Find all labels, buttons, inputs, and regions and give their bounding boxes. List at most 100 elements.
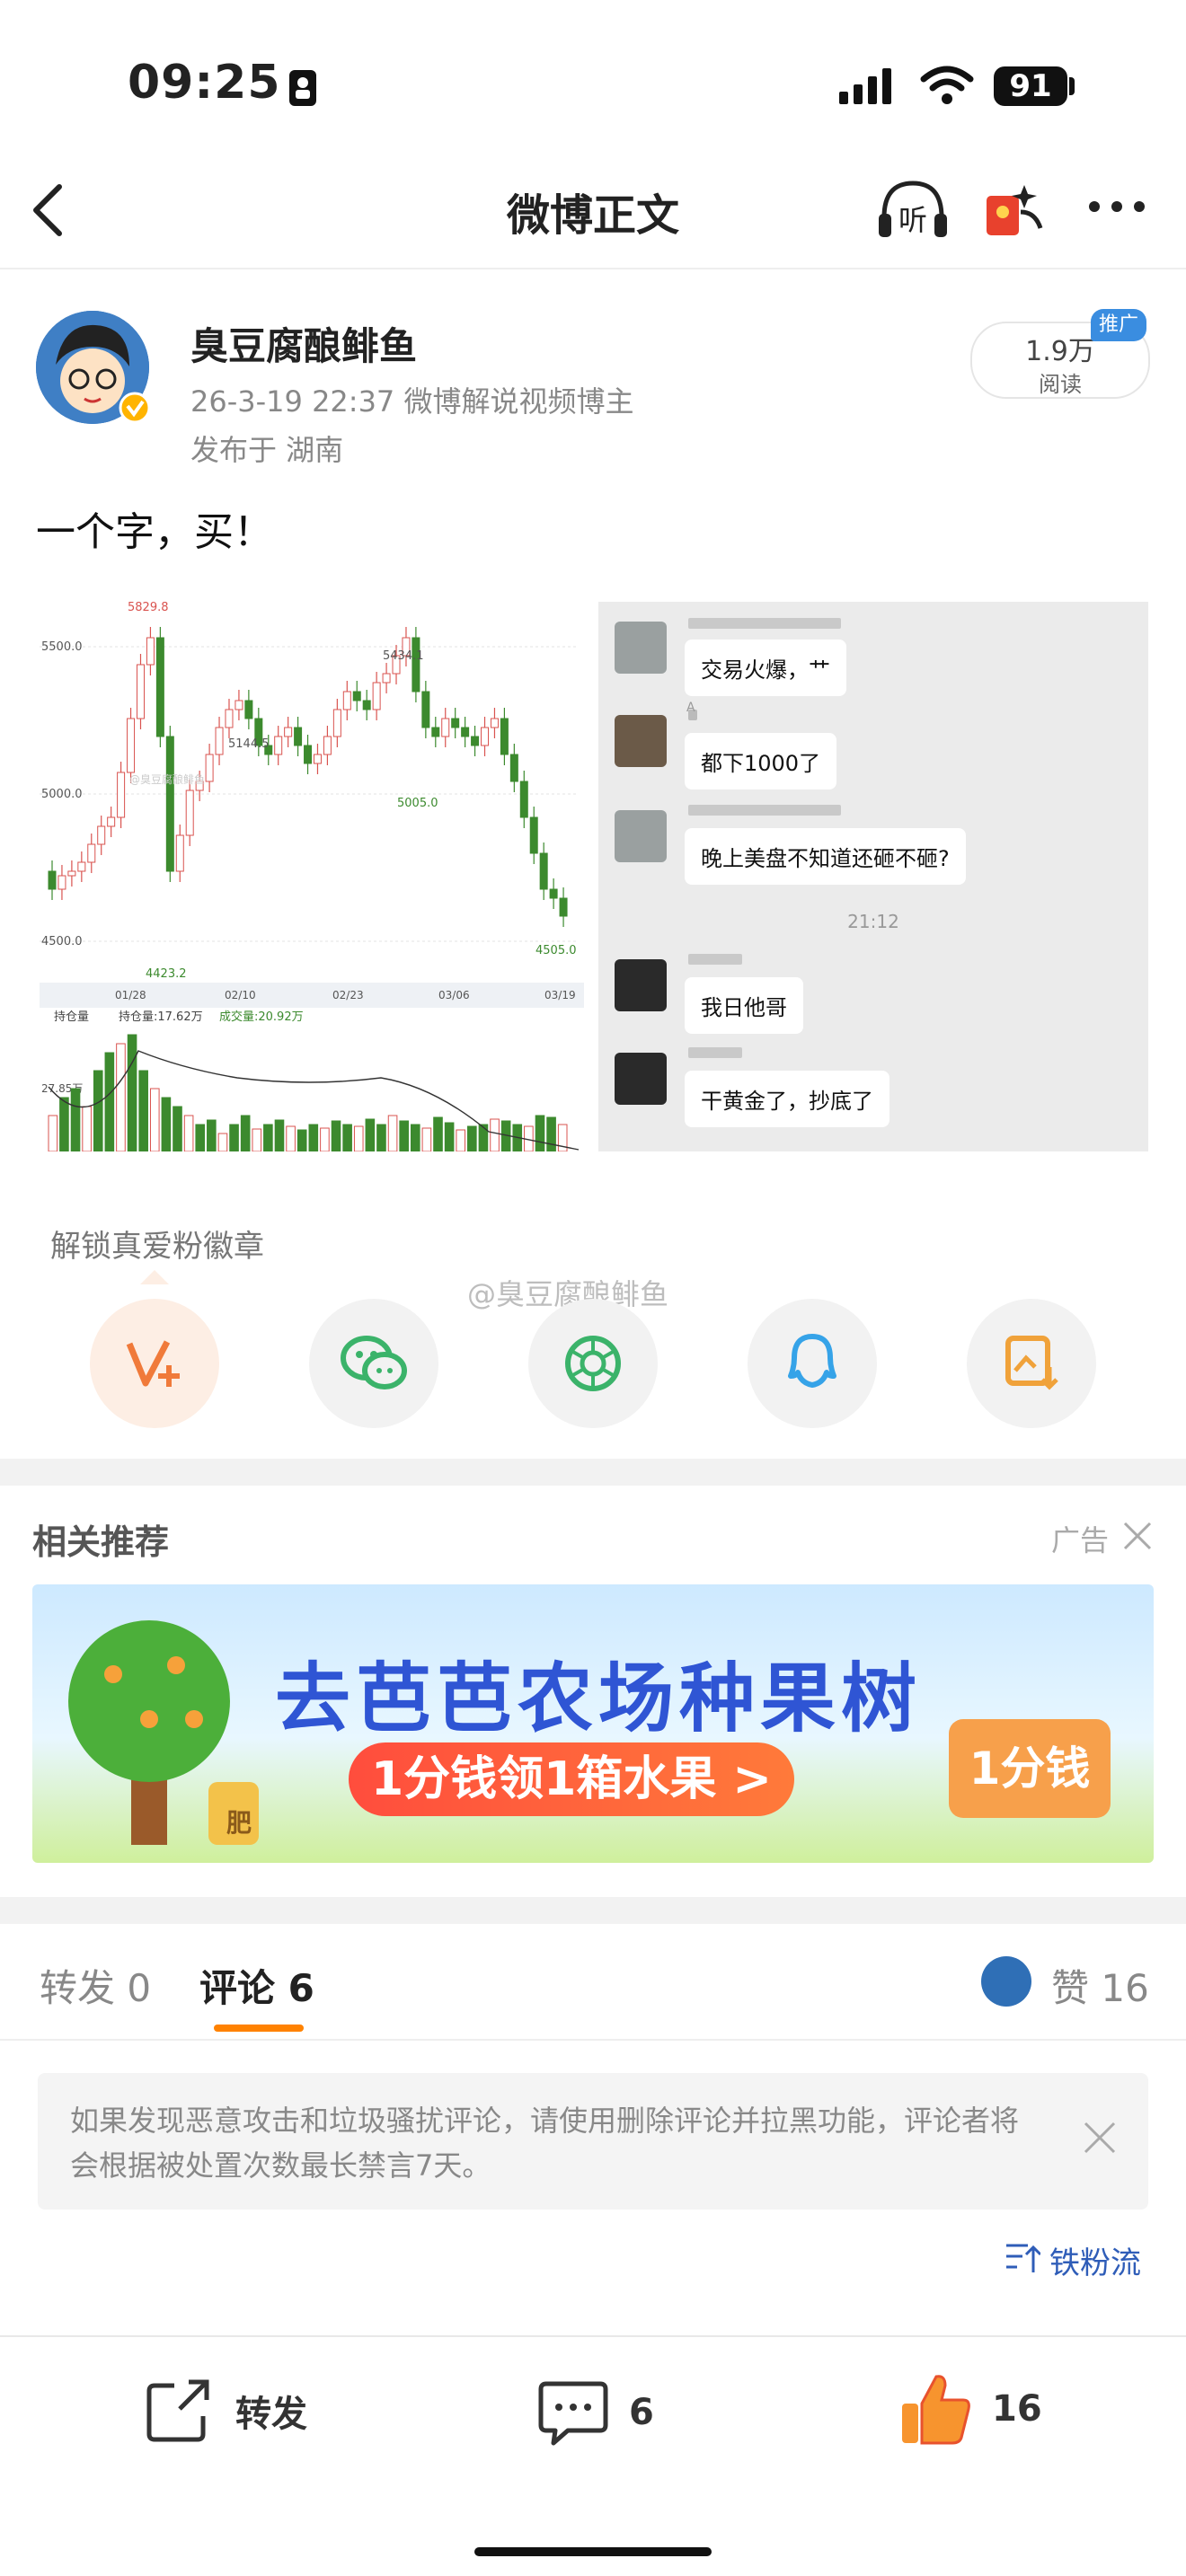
price-label-low: 4423.2 — [146, 967, 187, 981]
reads-label: 阅读 — [1039, 372, 1082, 397]
sort-mode-label[interactable]: 铁粉流 — [1049, 2238, 1141, 2282]
volume-bar — [82, 1106, 92, 1152]
volume-bar — [116, 1043, 126, 1152]
legend-oi: 持仓量 — [54, 1010, 89, 1024]
candle — [284, 727, 293, 737]
save-image-icon — [1005, 1336, 1058, 1390]
comment-button[interactable]: 6 — [537, 2377, 654, 2448]
chat-avatar — [615, 1053, 667, 1105]
chart-volume — [48, 1034, 580, 1152]
repost-button[interactable]: 转发 — [144, 2377, 307, 2445]
save-image-button[interactable] — [967, 1299, 1096, 1428]
fans-badge-label[interactable]: 解锁真爱粉徽章 — [50, 1222, 264, 1266]
candle — [332, 709, 341, 737]
volume-bar — [217, 1133, 228, 1152]
candle — [529, 816, 538, 854]
author-name[interactable]: 臭豆腐酿鲱鱼 — [190, 316, 417, 371]
candle — [48, 870, 57, 890]
volume-bar — [286, 1125, 296, 1152]
red-packet-icon[interactable] — [981, 176, 1049, 241]
comment-notice: 如果发现恶意攻击和垃圾骚扰评论，请使用删除评论并拉黑功能，评论者将会根据被处置次… — [38, 2073, 1148, 2210]
candle — [165, 736, 174, 872]
candle — [421, 691, 430, 728]
price-label-5005: 5005.0 — [397, 797, 438, 810]
tab-comment[interactable]: 评论 6 — [199, 1958, 314, 2013]
repost-icon — [146, 2379, 209, 2442]
candle — [559, 897, 568, 917]
close-icon[interactable] — [1121, 1520, 1154, 1552]
ad-label: 广告 — [1051, 1523, 1110, 1557]
share-qq-button[interactable] — [748, 1299, 877, 1428]
volume-bar — [308, 1124, 319, 1152]
section-divider — [0, 1459, 1186, 1486]
volume-bar — [399, 1120, 409, 1152]
like-icon — [902, 2375, 970, 2445]
volume-bar — [456, 1129, 466, 1152]
candle — [67, 870, 76, 877]
candle — [215, 727, 224, 755]
volume-bar — [365, 1118, 376, 1152]
candle — [451, 718, 460, 728]
volume-bar — [161, 1097, 172, 1152]
candle — [175, 834, 184, 872]
candle — [412, 637, 420, 693]
share-moments-button[interactable] — [528, 1299, 658, 1428]
chat-sender-initial: A — [686, 701, 695, 715]
volume-bar — [263, 1124, 273, 1152]
candle — [244, 700, 253, 719]
tab-likes[interactable]: 赞 16 — [1051, 1958, 1149, 2013]
more-icon[interactable] — [1087, 198, 1146, 216]
notice-close-icon[interactable] — [1082, 2120, 1118, 2156]
candle — [382, 673, 391, 684]
chat-bubble: 晚上美盘不知道还砸不砸? — [685, 828, 966, 885]
chart-screenshot-image[interactable]: @臭豆腐酿鲱鱼 5829.8 5500.0 5434.1 5144.5 5005… — [40, 601, 584, 1152]
tab-repost[interactable]: 转发 0 — [40, 1958, 151, 2013]
candlestick-chart: @臭豆腐酿鲱鱼 5829.8 5500.0 5434.1 5144.5 5005… — [40, 601, 584, 1152]
candle — [107, 816, 116, 827]
tabs-divider — [0, 2039, 1186, 2041]
verified-badge-icon — [119, 392, 151, 424]
candle — [304, 745, 313, 764]
chat-avatar — [615, 959, 667, 1011]
volume-bar — [342, 1124, 352, 1152]
candle — [235, 700, 243, 710]
candle — [519, 781, 528, 818]
blurred-name — [688, 954, 742, 965]
legend-oi-value: 持仓量:17.62万 — [119, 1010, 203, 1024]
like-button[interactable]: 16 — [898, 2371, 1042, 2447]
banner-cta-button[interactable]: 1分钱领1箱水果 > — [349, 1742, 794, 1816]
svg-text:听: 听 — [898, 203, 927, 237]
candle — [225, 709, 234, 728]
volume-bar — [138, 1070, 148, 1152]
volume-bar — [421, 1127, 432, 1152]
volume-bar — [546, 1116, 556, 1152]
home-indicator — [474, 2547, 712, 2556]
candle — [77, 861, 86, 872]
volume-bar — [353, 1125, 364, 1152]
battery-cap — [1069, 77, 1075, 95]
post-location: 发布于 湖南 — [190, 433, 344, 467]
chat-avatar — [615, 810, 667, 862]
volume-bar — [490, 1118, 500, 1152]
banner-price: 1分钱 — [949, 1719, 1111, 1818]
price-label-high: 5829.8 — [128, 602, 169, 614]
moments-icon — [565, 1336, 621, 1391]
volume-bar — [387, 1115, 398, 1152]
chat-bubble: 都下1000了 — [685, 733, 837, 790]
promo-badge[interactable]: 推广 — [1091, 309, 1146, 341]
chat-bubble: 我日他哥 — [685, 977, 803, 1034]
share-wechat-button[interactable] — [309, 1299, 438, 1428]
x-label-2: 02/10 — [225, 989, 256, 1001]
ad-banner[interactable]: 肥 去芭芭农场种果树 1分钱领1箱水果 > 1分钱 — [32, 1584, 1154, 1863]
volume-bar — [467, 1125, 477, 1152]
chat-bubble: 交易火爆，艹 — [685, 640, 846, 696]
listen-icon[interactable]: 听 — [875, 176, 951, 241]
blurred-name — [688, 618, 841, 629]
chat-screenshot-image[interactable]: 交易火爆，艹 A 都下1000了 晚上美盘不知道还砸不砸? 21:12 我日他哥… — [598, 602, 1148, 1151]
sort-icon[interactable] — [1005, 2240, 1040, 2276]
axis-label-5000: 5000.0 — [41, 788, 83, 801]
qq-icon — [788, 1334, 836, 1388]
share-vplus-button[interactable] — [90, 1299, 219, 1428]
candle — [441, 718, 450, 737]
candle — [205, 754, 214, 782]
